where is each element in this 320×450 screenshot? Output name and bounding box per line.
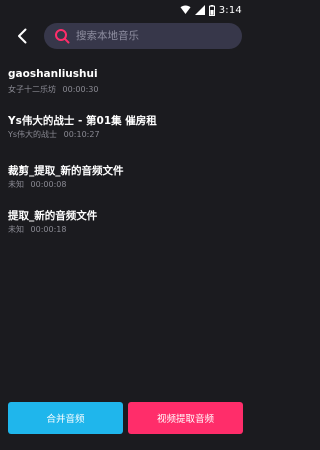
item-title: Ys伟大的战士 - 第01集 催房租 xyxy=(8,115,157,127)
merge-audio-button[interactable]: 合并音频 xyxy=(8,402,123,434)
search-box[interactable] xyxy=(44,23,242,49)
item-duration: 00:10:27 xyxy=(63,130,100,139)
item-meta: 未知 00:00:08 xyxy=(8,179,66,190)
item-artist: 未知 xyxy=(8,180,24,189)
item-artist: 女子十二乐坊 xyxy=(8,85,56,94)
signal-icon xyxy=(194,5,205,15)
item-title: 裁剪_提取_新的音频文件 xyxy=(8,165,124,177)
search-icon xyxy=(55,29,70,44)
extract-audio-from-video-button[interactable]: 视频提取音频 xyxy=(128,402,243,434)
back-button[interactable] xyxy=(12,25,32,47)
list-item[interactable]: gaoshanliushui 女子十二乐坊 00:00:30 xyxy=(0,68,250,104)
navigation-bar xyxy=(0,446,250,450)
list-item[interactable]: 裁剪_提取_新的音频文件 未知 00:00:08 xyxy=(0,163,250,199)
battery-icon xyxy=(208,4,215,16)
item-meta: Ys伟大的战士 00:10:27 xyxy=(8,129,100,140)
chevron-left-icon xyxy=(18,28,27,44)
status-time: 3:14 xyxy=(218,4,242,16)
item-artist: 未知 xyxy=(8,225,24,234)
item-meta: 未知 00:00:18 xyxy=(8,224,66,235)
wifi-icon xyxy=(180,5,191,15)
item-duration: 00:00:08 xyxy=(30,180,67,189)
item-title: gaoshanliushui xyxy=(8,68,98,80)
search-input[interactable] xyxy=(76,23,234,49)
status-icons: 3:14 xyxy=(180,3,242,17)
list-item[interactable]: 提取_新的音频文件 未知 00:00:18 xyxy=(0,208,250,244)
status-bar: 3:14 xyxy=(0,0,250,20)
item-duration: 00:00:30 xyxy=(62,85,99,94)
item-meta: 女子十二乐坊 00:00:30 xyxy=(8,84,98,95)
item-artist: Ys伟大的战士 xyxy=(8,130,58,139)
header xyxy=(0,20,250,52)
item-title: 提取_新的音频文件 xyxy=(8,210,98,222)
list-item[interactable]: Ys伟大的战士 - 第01集 催房租 Ys伟大的战士 00:10:27 xyxy=(0,113,250,149)
item-duration: 00:00:18 xyxy=(30,225,67,234)
